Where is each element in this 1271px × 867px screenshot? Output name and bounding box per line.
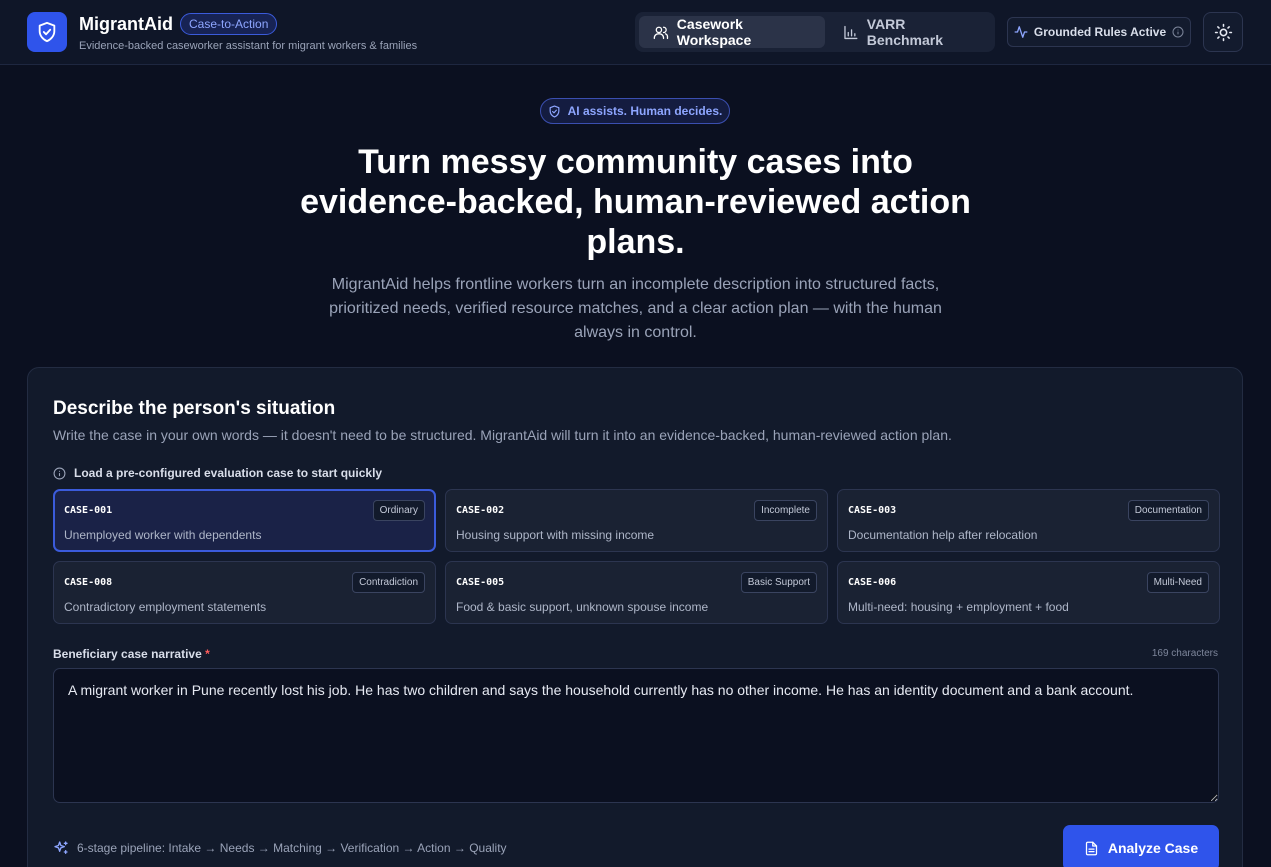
- sparkles-icon: [54, 841, 68, 854]
- grounded-rules-status[interactable]: Grounded Rules Active: [1007, 17, 1191, 47]
- case-card-006[interactable]: CASE-006 Multi-Need Multi-need: housing …: [837, 561, 1220, 624]
- case-id: CASE-001: [64, 505, 113, 516]
- app-badge: Case-to-Action: [180, 13, 278, 35]
- character-count: 169 characters: [1151, 648, 1218, 659]
- case-description: Food & basic support, unknown spouse inc…: [456, 600, 709, 614]
- case-tag: Contradiction: [352, 572, 425, 593]
- case-id: CASE-006: [848, 577, 897, 588]
- narrative-label: Beneficiary case narrative *: [53, 647, 210, 661]
- case-id: CASE-008: [64, 577, 113, 588]
- pipeline-info: 6-stage pipeline: Intake → Needs → Match…: [53, 840, 507, 856]
- case-tag: Multi-Need: [1146, 572, 1209, 593]
- theme-toggle-button[interactable]: [1203, 12, 1243, 52]
- case-tag: Basic Support: [740, 572, 817, 593]
- hero-pill-label: AI assists. Human decides.: [567, 104, 723, 118]
- tab-label: VARR Benchmark: [866, 16, 944, 48]
- case-input-card: Describe the person's situation Write th…: [27, 367, 1243, 867]
- case-description: Contradictory employment statements: [64, 600, 267, 614]
- case-tag: Incomplete: [754, 500, 817, 521]
- users-icon: [653, 26, 669, 39]
- card-title: Describe the person's situation: [53, 398, 336, 419]
- load-case-label: Load a pre-configured evaluation case to…: [53, 466, 382, 480]
- tab-varr-benchmark[interactable]: VARR Benchmark: [829, 16, 991, 48]
- app-logo[interactable]: [27, 12, 67, 52]
- load-case-text: Load a pre-configured evaluation case to…: [74, 466, 383, 480]
- analyze-case-button[interactable]: Analyze Case: [1063, 825, 1219, 867]
- status-label: Grounded Rules Active: [1033, 25, 1167, 39]
- shield-icon: [549, 104, 560, 118]
- case-tag: Ordinary: [372, 500, 425, 521]
- case-card-005[interactable]: CASE-005 Basic Support Food & basic supp…: [445, 561, 828, 624]
- case-card-003[interactable]: CASE-003 Documentation Documentation hel…: [837, 489, 1220, 552]
- case-description: Documentation help after relocation: [848, 528, 1038, 542]
- analyze-button-label: Analyze Case: [1107, 840, 1199, 856]
- preset-case-grid: CASE-001 Ordinary Unemployed worker with…: [53, 489, 1220, 624]
- info-icon: [1172, 26, 1184, 38]
- app-name: MigrantAid: [79, 14, 173, 34]
- sun-icon: [1214, 23, 1232, 41]
- pipeline-text: 6-stage pipeline: Intake → Needs → Match…: [77, 841, 507, 855]
- top-bar: MigrantAid Case-to-Action Evidence-backe…: [0, 0, 1271, 65]
- case-id: CASE-003: [848, 505, 897, 516]
- tab-label: Casework Workspace: [676, 16, 752, 48]
- tab-casework-workspace[interactable]: Casework Workspace: [639, 16, 825, 48]
- file-text-icon: [1085, 841, 1097, 855]
- bar-chart-icon: [844, 25, 858, 39]
- activity-icon: [1014, 26, 1028, 38]
- app-subtitle: Evidence-backed caseworker assistant for…: [79, 40, 418, 52]
- case-description: Housing support with missing income: [456, 528, 655, 542]
- hero-pill: AI assists. Human decides.: [540, 98, 730, 124]
- case-narrative-input[interactable]: A migrant worker in Pune recently lost h…: [53, 668, 1219, 803]
- case-id: CASE-002: [456, 505, 505, 516]
- case-card-008[interactable]: CASE-008 Contradiction Contradictory emp…: [53, 561, 436, 624]
- shield-check-icon: [38, 21, 56, 43]
- case-card-002[interactable]: CASE-002 Incomplete Housing support with…: [445, 489, 828, 552]
- case-card-001[interactable]: CASE-001 Ordinary Unemployed worker with…: [53, 489, 436, 552]
- main-nav: Casework Workspace VARR Benchmark: [635, 12, 995, 52]
- required-mark: *: [205, 647, 210, 661]
- card-subtitle: Write the case in your own words — it do…: [53, 427, 952, 443]
- info-icon: [53, 467, 66, 479]
- case-id: CASE-005: [456, 577, 505, 588]
- case-description: Multi-need: housing + employment + food: [848, 600, 1069, 614]
- hero-subtitle: MigrantAid helps frontline workers turn …: [329, 276, 942, 341]
- hero-title: Turn messy community cases into evidence…: [300, 143, 971, 261]
- case-tag: Documentation: [1127, 500, 1209, 521]
- narrative-label-text: Beneficiary case narrative: [53, 647, 202, 661]
- case-description: Unemployed worker with dependents: [64, 528, 262, 542]
